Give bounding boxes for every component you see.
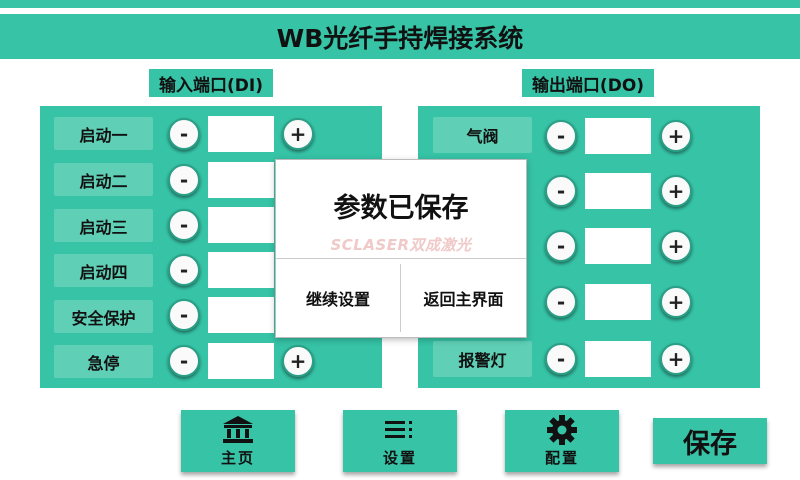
menu-list-icon: [384, 415, 416, 445]
input-safety-minus-button[interactable]: -: [168, 299, 200, 331]
dialog-title: 参数已保存: [333, 193, 469, 224]
save-button[interactable]: 保存: [653, 418, 767, 464]
input-name-start2: 启动二: [54, 163, 153, 196]
input-estop-minus-button[interactable]: -: [168, 345, 200, 377]
return-home-button[interactable]: 返回主界面: [401, 259, 526, 337]
nav-settings-button[interactable]: 设置: [343, 410, 457, 472]
output-row2-plus-button[interactable]: +: [660, 175, 692, 207]
input-start2-value-field[interactable]: [208, 162, 274, 198]
nav-config-label: 配置: [544, 448, 579, 467]
output-alarm-plus-button[interactable]: +: [660, 343, 692, 375]
brand-watermark: SCLASER双成激光: [330, 236, 472, 254]
gear-icon: [546, 414, 578, 445]
output-name-alarm-light: 报警灯: [433, 341, 532, 377]
output-valve-plus-button[interactable]: +: [660, 120, 692, 152]
output-name-valve: 气阀: [433, 117, 532, 153]
input-name-estop: 急停: [54, 345, 153, 378]
input-name-start1: 启动一: [54, 117, 153, 150]
output-row3-value-field[interactable]: [585, 228, 651, 264]
title-bar: WB光纤手持焊接系统: [0, 14, 800, 59]
nav-home-label: 主页: [220, 448, 255, 467]
output-row4-plus-button[interactable]: +: [660, 286, 692, 318]
output-row4-minus-button[interactable]: -: [545, 286, 577, 318]
input-start4-minus-button[interactable]: -: [168, 254, 200, 286]
input-start1-plus-button[interactable]: +: [282, 118, 314, 150]
input-estop-value-field[interactable]: [208, 343, 274, 379]
output-row3-plus-button[interactable]: +: [660, 230, 692, 262]
input-start2-minus-button[interactable]: -: [168, 164, 200, 196]
output-row3-minus-button[interactable]: -: [545, 230, 577, 262]
output-valve-minus-button[interactable]: -: [545, 120, 577, 152]
top-accent-line: [0, 0, 800, 8]
nav-settings-label: 设置: [382, 448, 417, 467]
bank-icon: [222, 415, 254, 445]
input-name-safety: 安全保护: [54, 300, 153, 333]
input-estop-plus-button[interactable]: +: [282, 345, 314, 377]
input-start1-minus-button[interactable]: -: [168, 118, 200, 150]
input-start4-value-field[interactable]: [208, 252, 274, 288]
input-name-start3: 启动三: [54, 209, 153, 242]
input-start3-minus-button[interactable]: -: [168, 209, 200, 241]
input-safety-value-field[interactable]: [208, 297, 274, 333]
output-row4-value-field[interactable]: [585, 284, 651, 320]
params-saved-dialog: 参数已保存 SCLASER双成激光 继续设置 返回主界面: [275, 159, 527, 338]
nav-config-button[interactable]: 配置: [505, 410, 619, 472]
input-start3-value-field[interactable]: [208, 207, 274, 243]
input-name-start4: 启动四: [54, 254, 153, 287]
output-alarm-value-field[interactable]: [585, 341, 651, 377]
app-title: WB光纤手持焊接系统: [276, 23, 524, 53]
input-ports-label: 输入端口(DI): [149, 69, 273, 97]
continue-settings-button[interactable]: 继续设置: [276, 259, 400, 337]
output-row2-value-field[interactable]: [585, 173, 651, 209]
output-ports-label: 输出端口(DO): [522, 69, 654, 97]
output-row2-minus-button[interactable]: -: [545, 175, 577, 207]
output-valve-value-field[interactable]: [585, 118, 651, 154]
output-alarm-minus-button[interactable]: -: [545, 343, 577, 375]
nav-home-button[interactable]: 主页: [181, 410, 295, 472]
input-start1-value-field[interactable]: [208, 116, 274, 152]
